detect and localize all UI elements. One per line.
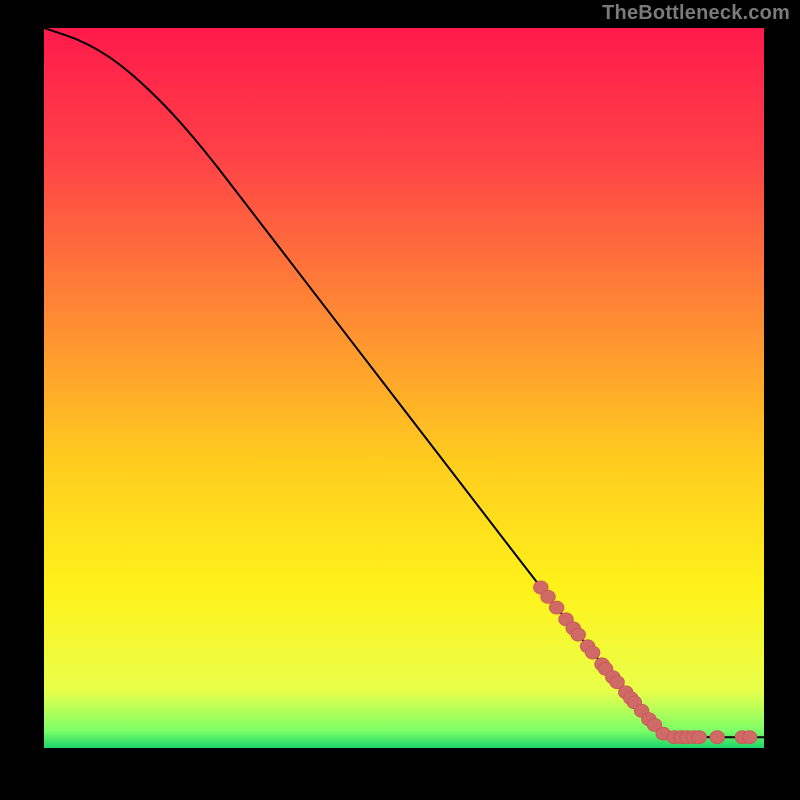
data-marker bbox=[585, 646, 599, 659]
chart-area bbox=[44, 28, 764, 748]
data-marker bbox=[571, 628, 585, 641]
data-marker bbox=[710, 731, 724, 744]
data-marker bbox=[692, 731, 706, 744]
data-marker bbox=[742, 731, 756, 744]
data-marker bbox=[541, 590, 555, 603]
chart-svg bbox=[44, 28, 764, 748]
data-marker bbox=[549, 601, 563, 614]
gradient-background bbox=[44, 28, 764, 748]
attribution-label: TheBottleneck.com bbox=[602, 2, 790, 25]
